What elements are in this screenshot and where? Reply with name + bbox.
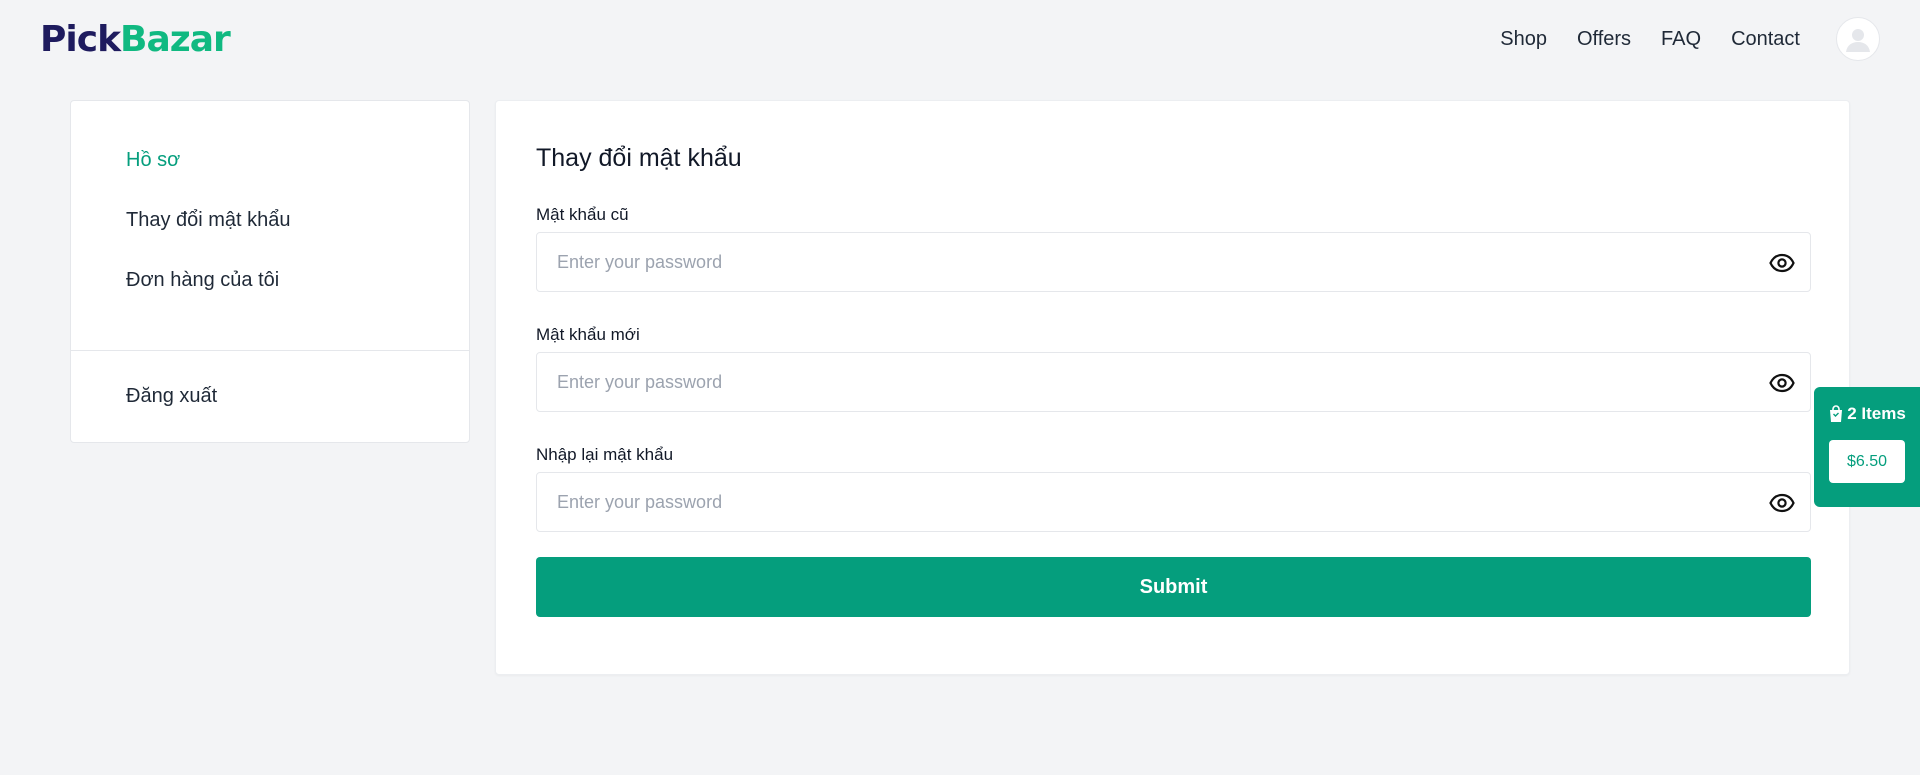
old-password-field-wrapper (536, 232, 1811, 292)
user-avatar-button[interactable] (1836, 17, 1880, 61)
new-password-label: Mật khẩu mới (536, 325, 640, 344)
confirm-password-field-wrapper (536, 472, 1811, 532)
new-password-field-wrapper (536, 352, 1811, 412)
account-sidebar: Hồ sơ Thay đổi mật khẩu Đơn hàng của tôi… (70, 100, 470, 443)
eye-icon[interactable] (1768, 370, 1796, 396)
old-password-input[interactable] (537, 233, 1810, 291)
change-password-card: Thay đổi mật khẩu Mật khẩu cũ Mật khẩu m… (495, 100, 1850, 675)
sidebar-item-change-password[interactable]: Thay đổi mật khẩu (126, 201, 469, 261)
sidebar-item-my-orders[interactable]: Đơn hàng của tôi (126, 261, 469, 321)
cart-items-label: 2 Items (1847, 404, 1906, 423)
sidebar-item-profile[interactable]: Hồ sơ (126, 141, 469, 201)
cart-count: 2 Items (1828, 404, 1906, 424)
cart-total: $6.50 (1829, 440, 1905, 483)
submit-button[interactable]: Submit (536, 557, 1811, 617)
logo-text-pick: Pick (40, 18, 121, 60)
site-header: Pick Bazar Shop Offers FAQ Contact (0, 0, 1920, 78)
page-title: Thay đổi mật khẩu (536, 144, 742, 172)
sidebar-item-logout[interactable]: Đăng xuất (71, 351, 469, 408)
logo[interactable]: Pick Bazar (40, 18, 231, 60)
eye-icon[interactable] (1768, 490, 1796, 516)
confirm-password-label: Nhập lại mật khẩu (536, 445, 674, 464)
main-nav: Shop Offers FAQ Contact (1500, 17, 1880, 61)
eye-icon[interactable] (1768, 250, 1796, 276)
user-avatar-icon (1846, 29, 1870, 52)
shopping-bag-icon (1830, 405, 1843, 422)
nav-link-faq[interactable]: FAQ (1661, 28, 1701, 51)
sidebar-menu: Hồ sơ Thay đổi mật khẩu Đơn hàng của tôi (71, 101, 469, 351)
cart-widget[interactable]: 2 Items $6.50 (1814, 387, 1920, 507)
confirm-password-input[interactable] (537, 473, 1810, 531)
new-password-input[interactable] (537, 353, 1810, 411)
old-password-label: Mật khẩu cũ (536, 205, 629, 224)
logo-text-bazar: Bazar (120, 18, 231, 60)
nav-link-contact[interactable]: Contact (1731, 28, 1800, 51)
nav-link-offers[interactable]: Offers (1577, 28, 1631, 51)
nav-link-shop[interactable]: Shop (1500, 28, 1547, 51)
